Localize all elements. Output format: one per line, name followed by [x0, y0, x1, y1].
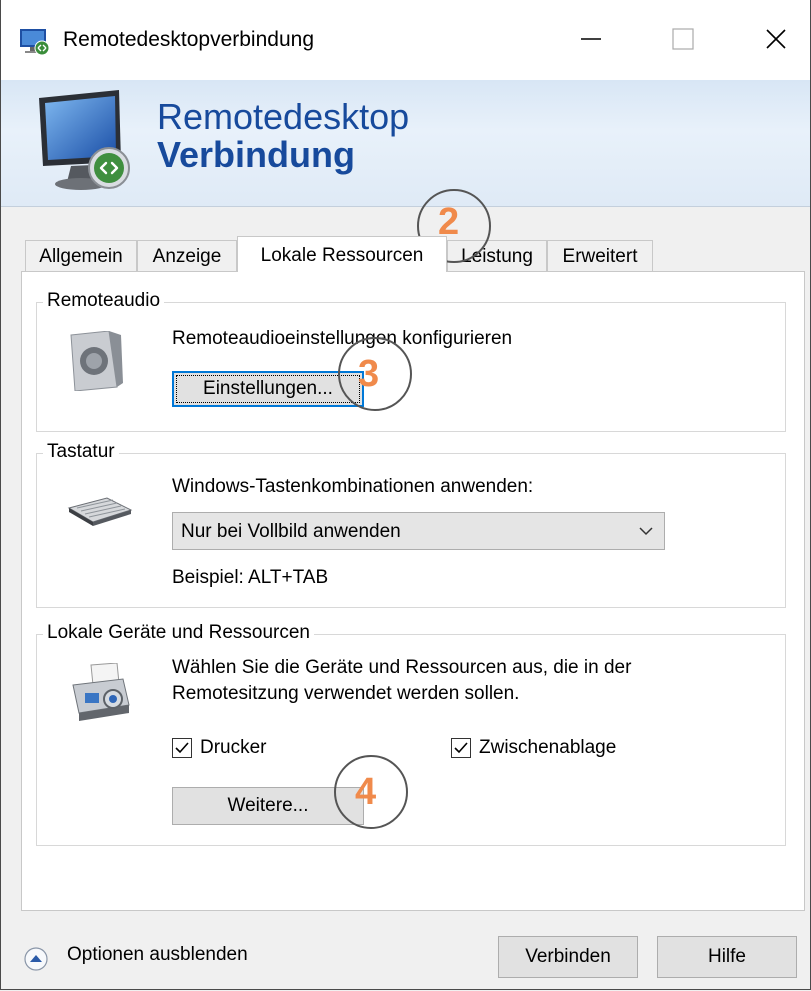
rdp-app-icon	[20, 29, 50, 56]
remoteaudio-description: Remoteaudioeinstellungen konfigurieren	[172, 328, 513, 349]
tab-erweitert[interactable]: Erweitert	[547, 240, 653, 271]
group-legend: Tastatur	[43, 441, 119, 463]
drucker-label[interactable]: Drucker	[200, 737, 267, 759]
monitor-connection-icon	[39, 90, 130, 190]
zwischenablage-checkbox[interactable]	[451, 738, 471, 758]
tastatur-description: Windows-Tastenkombinationen anwenden:	[172, 476, 534, 497]
options-toggle-link[interactable]: Optionen ausblenden	[67, 944, 248, 966]
close-icon	[766, 29, 786, 49]
annotation-number-3: 3	[358, 353, 380, 395]
window-title: Remotedesktopverbindung	[63, 28, 314, 51]
chevron-down-icon	[639, 527, 653, 536]
checkmark-icon	[175, 742, 189, 754]
verbinden-button[interactable]: Verbinden	[498, 936, 638, 978]
keyboard-icon	[67, 497, 133, 526]
tab-allgemein[interactable]: Allgemein	[25, 240, 137, 271]
hilfe-button[interactable]: Hilfe	[657, 936, 797, 978]
geraete-description-line1: Wählen Sie die Geräte und Ressourcen aus…	[172, 657, 632, 678]
banner-title-line1: Remotedesktop	[157, 96, 410, 137]
tastenkombinationen-select[interactable]: Nur bei Vollbild anwenden	[172, 512, 665, 550]
minimize-icon	[581, 38, 601, 40]
tab-lokale-ressourcen[interactable]: Lokale Ressourcen	[237, 236, 447, 272]
close-button[interactable]	[746, 14, 806, 64]
tastatur-example: Beispiel: ALT+TAB	[172, 567, 329, 588]
minimize-button[interactable]	[561, 14, 621, 64]
group-tastatur: Tastatur Windows-Tastenkombinationen anw…	[36, 441, 786, 608]
title-bar: Remotedesktopverbindung	[1, 0, 810, 80]
maximize-icon	[672, 28, 694, 50]
geraete-description-line2: Remotesitzung verwendet werden sollen.	[172, 683, 520, 704]
header-banner: Remotedesktop Verbindung	[1, 80, 810, 207]
tab-anzeige[interactable]: Anzeige	[137, 240, 237, 271]
group-legend: Remoteaudio	[43, 290, 165, 312]
rdp-window: Remotedesktopverbindung Remotedesktop Ve…	[0, 0, 811, 990]
banner-title-line2: Verbindung	[157, 134, 355, 175]
focus-rectangle	[176, 375, 360, 403]
einstellungen-button[interactable]: Einstellungen...	[172, 371, 364, 407]
annotation-number-4: 4	[355, 771, 377, 813]
zwischenablage-label[interactable]: Zwischenablage	[479, 737, 616, 759]
select-value: Nur bei Vollbild anwenden	[181, 521, 401, 542]
checkmark-icon	[454, 742, 468, 754]
devices-icon	[72, 663, 130, 721]
maximize-button[interactable]	[653, 14, 713, 64]
group-lokale-geraete: Lokale Geräte und Ressourcen Wählen Sie …	[36, 622, 786, 846]
drucker-checkbox[interactable]	[172, 738, 192, 758]
speaker-icon	[70, 331, 123, 391]
group-legend: Lokale Geräte und Ressourcen	[43, 622, 314, 644]
tab-panel-lokale-ressourcen: Remoteaudio Remoteaudioeinstellungen kon…	[21, 271, 805, 911]
collapse-options-icon[interactable]	[23, 946, 49, 972]
